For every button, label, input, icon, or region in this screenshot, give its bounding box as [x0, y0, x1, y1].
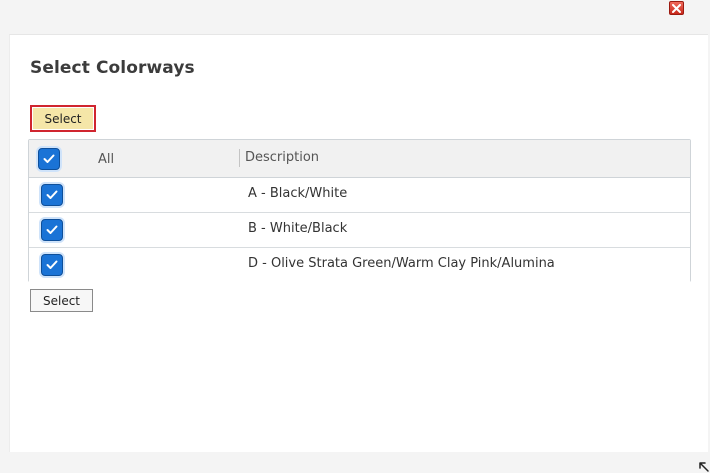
checkmark-icon [46, 190, 58, 199]
row-checkbox[interactable] [41, 184, 63, 206]
window-frame: Select Colorways Select All Description [0, 0, 710, 473]
row-description: B - White/Black [248, 221, 348, 236]
select-button-top[interactable]: Select [30, 105, 96, 132]
close-button[interactable] [669, 1, 684, 15]
dialog-title: Select Colorways [30, 58, 195, 78]
table-row[interactable]: B - White/Black [29, 213, 690, 248]
select-all-checkbox[interactable] [38, 148, 60, 170]
resize-grip-icon [699, 462, 709, 472]
table-row[interactable]: D - Olive Strata Green/Warm Clay Pink/Al… [29, 248, 690, 283]
checkmark-icon [46, 260, 58, 269]
checkmark-icon [46, 225, 58, 234]
grid-header: All Description [29, 140, 690, 178]
select-button-bottom[interactable]: Select [30, 289, 93, 312]
header-all-label: All [98, 152, 115, 167]
checkmark-icon [43, 154, 55, 163]
row-checkbox[interactable] [41, 219, 63, 241]
resize-grip[interactable] [698, 458, 710, 472]
select-colorways-dialog: Select Colorways Select All Description [9, 34, 708, 452]
row-description: D - Olive Strata Green/Warm Clay Pink/Al… [248, 256, 555, 271]
header-description[interactable]: Description [245, 150, 319, 165]
close-icon [672, 3, 681, 13]
table-row[interactable]: A - Black/White [29, 178, 690, 213]
column-separator [239, 149, 240, 167]
row-checkbox[interactable] [41, 254, 63, 276]
row-description: A - Black/White [248, 186, 348, 201]
colorways-grid: All Description A - Black/White B - Whit… [28, 139, 691, 283]
